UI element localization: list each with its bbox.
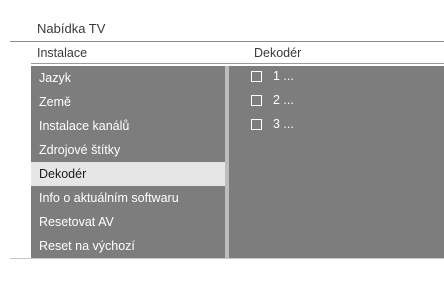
checkbox-icon[interactable] [251,95,262,106]
decoder-option-label: 2 ... [273,93,294,107]
decoder-option-label: 1 ... [273,69,294,83]
decoder-option-label: 3 ... [273,117,294,131]
menu-item-instalace-kanalu[interactable]: Instalace kanálů [31,114,225,138]
column-header-left: Instalace [37,46,88,60]
menu-item-info-software[interactable]: Info o aktuálním softwaru [31,186,225,210]
menu-title: Nabídka TV [37,21,106,36]
decoder-options-panel: 1 ... 2 ... 3 ... [229,66,444,258]
bottom-divider [10,258,444,259]
menu-item-reset-vychozi[interactable]: Reset na výchozí [31,234,225,258]
menu-item-jazyk[interactable]: Jazyk [31,66,225,90]
menu-item-zeme[interactable]: Země [31,90,225,114]
menu-item-resetovat-av[interactable]: Resetovat AV [31,210,225,234]
menu-item-zdrojove-stitky[interactable]: Zdrojové štítky [31,138,225,162]
checkbox-icon[interactable] [251,71,262,82]
header-divider [31,63,444,64]
column-header-right: Dekodér [254,46,302,60]
settings-list: Jazyk Země Instalace kanálů Zdrojové ští… [31,66,225,258]
checkbox-icon[interactable] [251,119,262,130]
top-divider [10,41,444,42]
menu-item-dekoder[interactable]: Dekodér [31,162,225,186]
